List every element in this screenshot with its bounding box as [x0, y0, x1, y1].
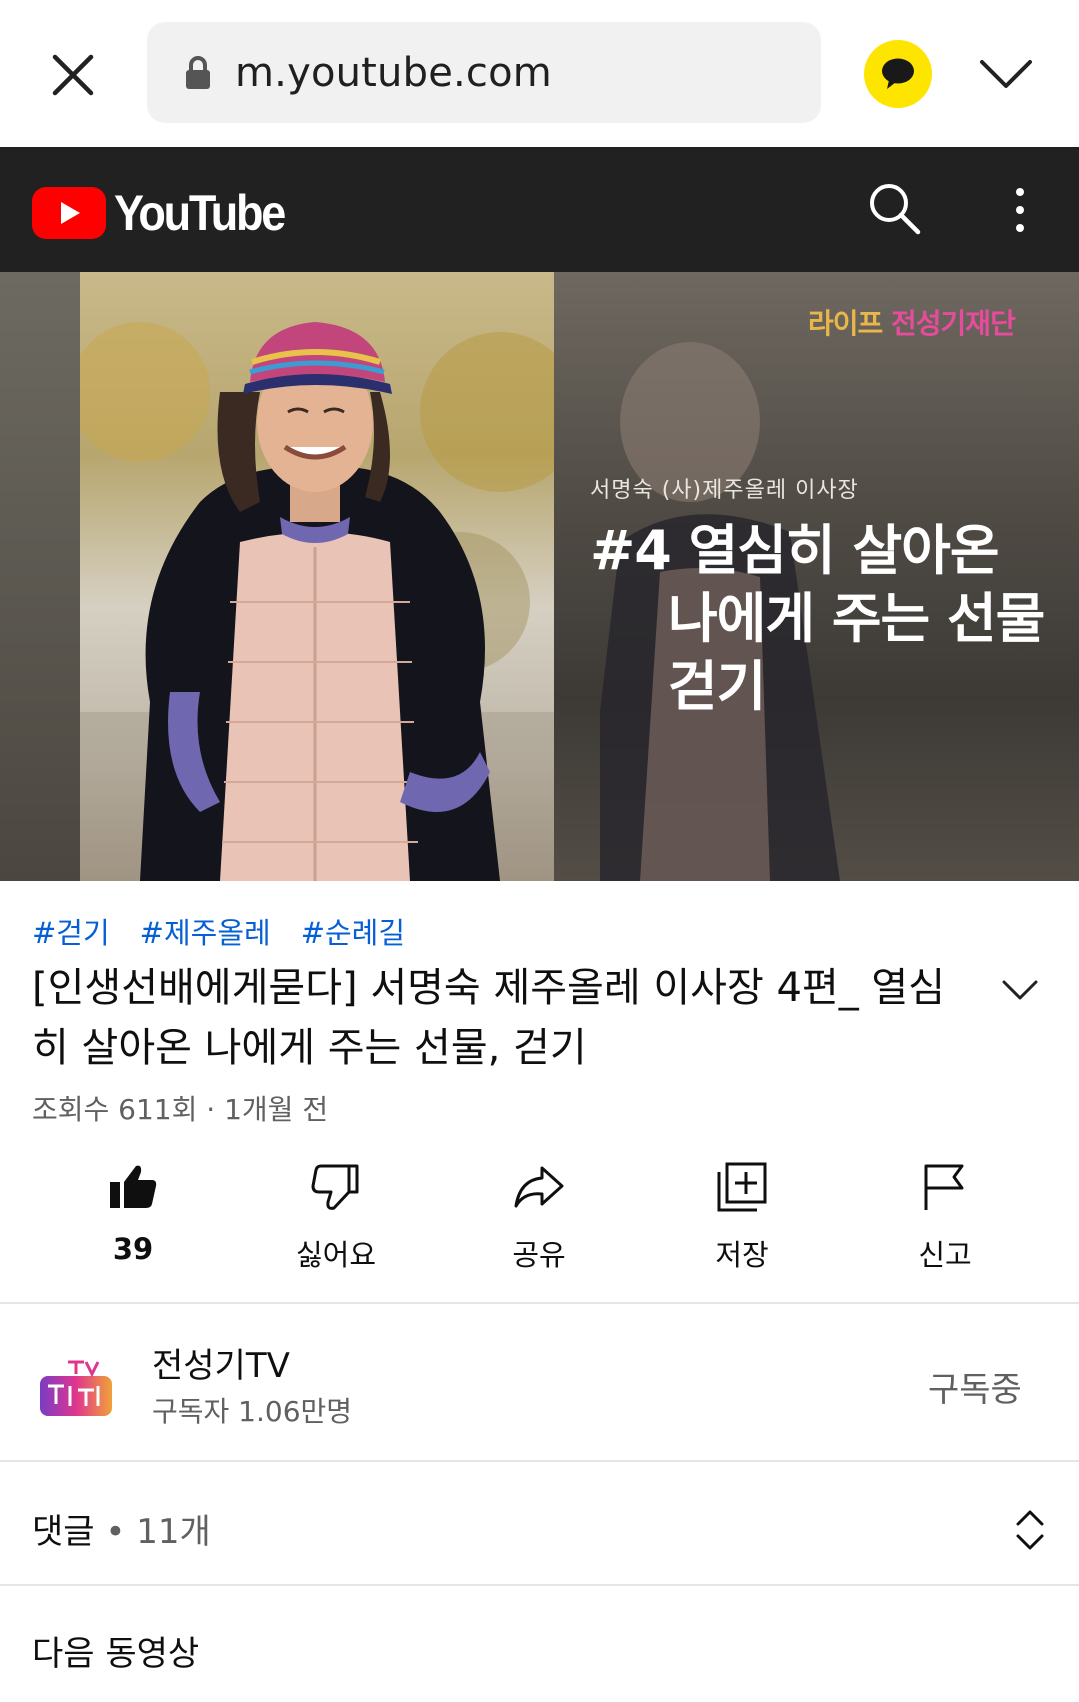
subscribed-button[interactable]: 구독중: [928, 1362, 1022, 1411]
video-meta: 조회수 611회 · 1개월 전: [32, 1093, 329, 1126]
url-text: m.youtube.com: [235, 49, 552, 96]
flag-icon: [924, 1164, 964, 1210]
video-player[interactable]: 라이프 전성기재단 서명숙 (사)제주올레 이사장 #4 열심히 살아온 나에게…: [0, 272, 1079, 881]
video-person-image: [80, 322, 554, 881]
lock-icon: [186, 55, 210, 89]
subscriber-count: 구독자 1.06만명: [152, 1395, 353, 1428]
unfold-icon[interactable]: [1012, 1508, 1048, 1552]
share-label: 공유: [512, 1238, 566, 1272]
search-icon[interactable]: [866, 180, 922, 236]
comments-label: 댓글: [32, 1512, 95, 1552]
save-playlist-icon: [717, 1162, 767, 1212]
save-button[interactable]: 저장: [672, 1160, 812, 1274]
save-label: 저장: [715, 1238, 769, 1272]
channel-name[interactable]: 전성기TV: [152, 1338, 290, 1387]
video-overlay-subtitle: 서명숙 (사)제주올레 이사장: [590, 478, 859, 503]
channel-avatar[interactable]: [36, 1352, 116, 1432]
address-bar[interactable]: m.youtube.com: [147, 22, 821, 123]
expand-description-icon[interactable]: [1000, 976, 1040, 1006]
youtube-wordmark: YouTube: [114, 185, 286, 241]
video-brand-watermark: 라이프 전성기재단: [808, 307, 1016, 340]
close-icon: [52, 54, 94, 96]
youtube-logo[interactable]: YouTube: [32, 184, 303, 242]
report-button[interactable]: 신고: [875, 1160, 1015, 1274]
divider: [0, 1584, 1079, 1586]
comments-header[interactable]: 댓글 • 11개: [32, 1504, 211, 1553]
share-icon: [514, 1166, 564, 1208]
next-videos-heading: 다음 동영상: [32, 1634, 200, 1674]
thumbs-down-icon: [311, 1164, 359, 1210]
dislike-label: 싫어요: [295, 1238, 377, 1272]
kakao-talk-button[interactable]: [864, 40, 932, 108]
thumbs-up-filled-icon: [110, 1165, 157, 1208]
video-title[interactable]: [인생선배에게묻다] 서명숙 제주올레 이사장 4편_ 열심히 살아온 나에게 …: [32, 958, 972, 1078]
comments-count: 11개: [136, 1512, 211, 1552]
report-label: 신고: [918, 1238, 972, 1272]
share-button[interactable]: 공유: [469, 1160, 609, 1274]
hashtag-link[interactable]: #순례길: [301, 910, 405, 952]
close-tab-button[interactable]: [44, 46, 102, 104]
browser-menu-button[interactable]: [976, 48, 1036, 100]
hashtag-list: #걷기 #제주올레 #순례길: [32, 910, 405, 952]
like-button[interactable]: 39: [63, 1160, 203, 1266]
divider: [0, 1460, 1079, 1462]
dislike-button[interactable]: 싫어요: [266, 1160, 406, 1274]
video-overlay-title: #4 열심히 살아온 나에게 주는 선물 걷기: [590, 519, 1045, 718]
youtube-play-icon: [32, 187, 106, 239]
more-vert-icon[interactable]: [1000, 182, 1040, 238]
browser-toolbar: m.youtube.com: [0, 0, 1079, 147]
kakao-talk-icon: [882, 58, 914, 89]
action-bar: 39 싫어요 공유 저장 신고: [0, 1160, 1079, 1280]
hashtag-link[interactable]: #걷기: [32, 910, 110, 952]
like-count: 39: [112, 1232, 154, 1266]
chevron-down-icon: [980, 60, 1032, 88]
hashtag-link[interactable]: #제주올레: [140, 910, 271, 952]
divider: [0, 1302, 1079, 1304]
